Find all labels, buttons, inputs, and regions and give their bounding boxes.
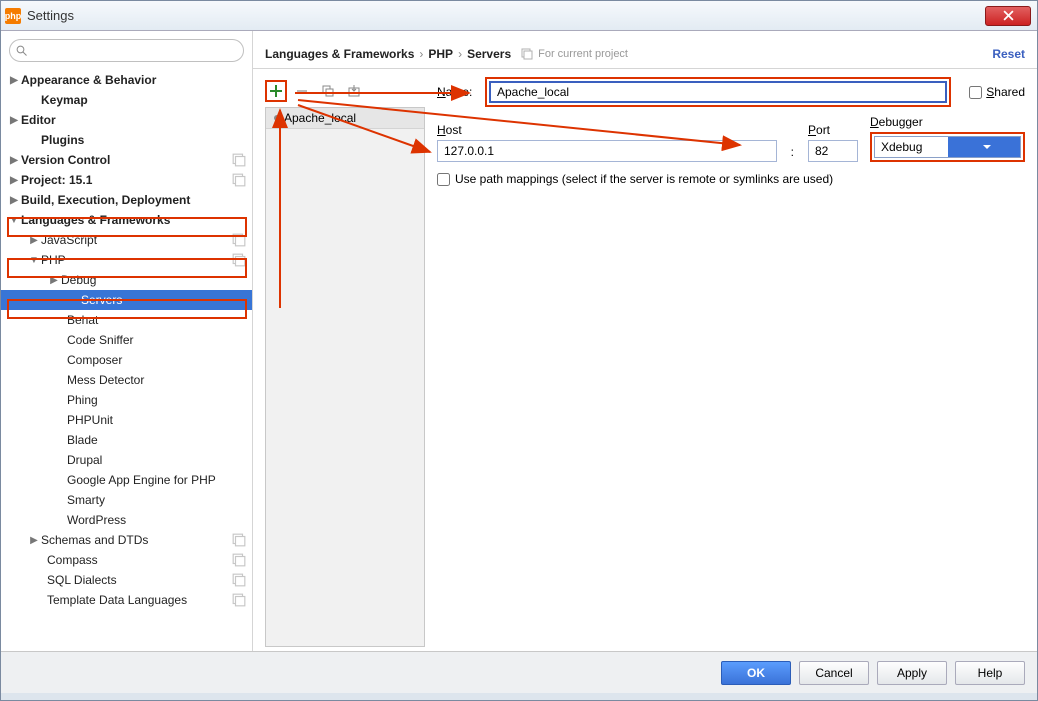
tree-phpunit[interactable]: PHPUnit [1,410,252,430]
debugger-label: Debugger [870,115,1025,129]
settings-tree: ▶Appearance & Behavior Keymap ▶Editor Pl… [1,70,252,651]
use-path-mappings-checkbox[interactable] [437,173,450,186]
breadcrumb-sep-icon: › [419,47,423,61]
breadcrumb-a[interactable]: Languages & Frameworks [265,47,414,61]
window-title: Settings [27,8,985,23]
port-label: Port [808,123,858,137]
tree-smarty[interactable]: Smarty [1,490,252,510]
tree-gae[interactable]: Google App Engine for PHP [1,470,252,490]
project-scope-icon [232,153,246,167]
add-server-button[interactable] [265,80,287,102]
tree-php[interactable]: ▼PHP [1,250,252,270]
project-scope-icon [521,48,533,60]
project-scope-icon [232,553,246,567]
tree-appearance[interactable]: ▶Appearance & Behavior [1,70,252,90]
tree-vcs[interactable]: ▶Version Control [1,150,252,170]
remove-server-button[interactable] [291,80,313,102]
chevron-down-icon [948,137,1021,157]
tree-langfw[interactable]: ▼Languages & Frameworks [1,210,252,230]
host-label: Host [437,123,777,137]
tree-compass[interactable]: Compass [1,550,252,570]
tree-behat[interactable]: Behat [1,310,252,330]
server-toolbar [265,79,425,103]
titlebar: php Settings [1,1,1037,31]
app-icon: php [5,8,21,24]
tree-sqldialects[interactable]: SQL Dialects [1,570,252,590]
tree-keymap[interactable]: Keymap [1,90,252,110]
tree-phing[interactable]: Phing [1,390,252,410]
project-scope-icon [232,593,246,607]
tree-codesniffer[interactable]: Code Sniffer [1,330,252,350]
search-input-wrap[interactable] [9,39,244,62]
tree-schemas[interactable]: ▶Schemas and DTDs [1,530,252,550]
tree-editor[interactable]: ▶Editor [1,110,252,130]
tree-servers[interactable]: Servers [1,290,252,310]
tree-plugins[interactable]: Plugins [1,130,252,150]
search-icon [16,45,28,57]
apply-button[interactable]: Apply [877,661,947,685]
cancel-button[interactable]: Cancel [799,661,869,685]
help-button[interactable]: Help [955,661,1025,685]
host-input[interactable] [437,140,777,162]
breadcrumb-c[interactable]: Servers [467,47,511,61]
tree-templatedata[interactable]: Template Data Languages [1,590,252,610]
project-scope-icon [232,533,246,547]
server-status-icon [274,115,280,121]
debugger-select[interactable]: Xdebug [874,136,1021,158]
import-server-button[interactable] [343,80,365,102]
sidebar: ▶Appearance & Behavior Keymap ▶Editor Pl… [1,31,253,651]
server-list[interactable]: Apache_local [265,107,425,647]
project-scope-icon [232,573,246,587]
tree-debug[interactable]: ▶Debug [1,270,252,290]
reset-link[interactable]: Reset [992,47,1025,61]
window-close-button[interactable] [985,6,1031,26]
project-scope-icon [232,173,246,187]
breadcrumb-project-label: For current project [538,48,628,60]
tree-blade[interactable]: Blade [1,430,252,450]
name-input[interactable] [489,81,947,103]
project-scope-icon [232,233,246,247]
port-input[interactable] [808,140,858,162]
name-label: Name: [437,85,479,99]
shared-label: Shared [986,85,1025,99]
copy-server-button[interactable] [317,80,339,102]
tree-build[interactable]: ▶Build, Execution, Deployment [1,190,252,210]
project-scope-icon [232,253,246,267]
ok-button[interactable]: OK [721,661,791,685]
tree-composer[interactable]: Composer [1,350,252,370]
breadcrumb-sep-icon: › [458,47,462,61]
right-panel: Languages & Frameworks › PHP › Servers F… [253,31,1037,651]
tree-drupal[interactable]: Drupal [1,450,252,470]
breadcrumb-b[interactable]: PHP [428,47,453,61]
use-path-mappings-label: Use path mappings (select if the server … [455,172,833,186]
breadcrumb: Languages & Frameworks › PHP › Servers F… [253,39,1037,69]
tree-messdetector[interactable]: Mess Detector [1,370,252,390]
tree-javascript[interactable]: ▶JavaScript [1,230,252,250]
tree-wordpress[interactable]: WordPress [1,510,252,530]
search-input[interactable] [32,44,237,58]
tree-project[interactable]: ▶Project: 15.1 [1,170,252,190]
shared-checkbox[interactable] [969,86,982,99]
server-list-item[interactable]: Apache_local [266,108,424,129]
button-bar: OK Cancel Apply Help [1,651,1037,693]
